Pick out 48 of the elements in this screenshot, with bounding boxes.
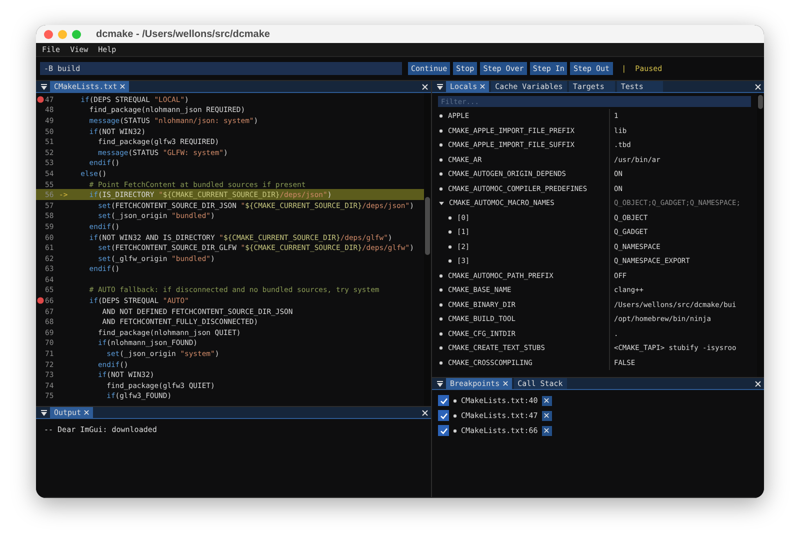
tab-close-icon[interactable] xyxy=(84,410,90,415)
remove-button[interactable] xyxy=(542,410,552,420)
bullet-icon xyxy=(439,302,443,307)
bullet-icon xyxy=(448,230,452,234)
close-icon[interactable] xyxy=(755,380,761,386)
tab-close-icon[interactable] xyxy=(502,381,508,386)
bullet-icon xyxy=(448,244,452,249)
bullet-icon xyxy=(439,360,443,365)
close-icon xyxy=(544,428,550,433)
window-menu-icon[interactable] xyxy=(437,380,443,386)
tab-close-icon[interactable] xyxy=(480,84,486,89)
bullet-icon xyxy=(453,428,457,432)
close-icon[interactable] xyxy=(422,84,428,90)
window-title: dcmake - /Users/wellons/src/dcmake xyxy=(96,28,270,40)
checkbox[interactable] xyxy=(438,395,449,406)
window-menu-icon[interactable] xyxy=(41,84,47,90)
checkbox[interactable] xyxy=(438,410,449,421)
bullet-icon xyxy=(439,346,443,350)
window-menu-icon[interactable] xyxy=(437,84,443,90)
bullet-icon xyxy=(439,288,443,292)
bullet-icon xyxy=(439,114,443,118)
bullet-icon xyxy=(453,398,457,402)
tab-close-icon[interactable] xyxy=(120,84,126,89)
remove-button[interactable] xyxy=(542,426,552,436)
close-icon[interactable] xyxy=(422,410,428,416)
bullet-icon xyxy=(439,128,443,133)
close-icon[interactable] xyxy=(755,84,761,90)
bullet-icon xyxy=(439,332,443,336)
breakpoint-icon[interactable] xyxy=(37,96,44,103)
bullet-icon xyxy=(453,414,457,418)
expand-arrow-icon[interactable] xyxy=(439,200,444,206)
scrollbar[interactable] xyxy=(757,93,764,377)
bullet-icon xyxy=(439,274,443,278)
bullet-icon xyxy=(439,186,443,191)
breakpoint-icon[interactable] xyxy=(37,297,44,304)
bullet-icon xyxy=(439,158,443,162)
checkbox[interactable] xyxy=(438,425,449,436)
scrollbar[interactable] xyxy=(424,93,431,406)
bullet-icon xyxy=(439,143,443,148)
bullet-icon xyxy=(448,216,452,220)
window-menu-icon[interactable] xyxy=(41,410,47,416)
bullet-icon xyxy=(448,259,452,264)
bullet-icon xyxy=(439,317,443,322)
close-icon xyxy=(544,413,550,418)
remove-button[interactable] xyxy=(542,396,552,406)
bullet-icon xyxy=(439,172,443,176)
close-window-button[interactable] xyxy=(44,30,53,38)
close-icon xyxy=(544,398,550,403)
